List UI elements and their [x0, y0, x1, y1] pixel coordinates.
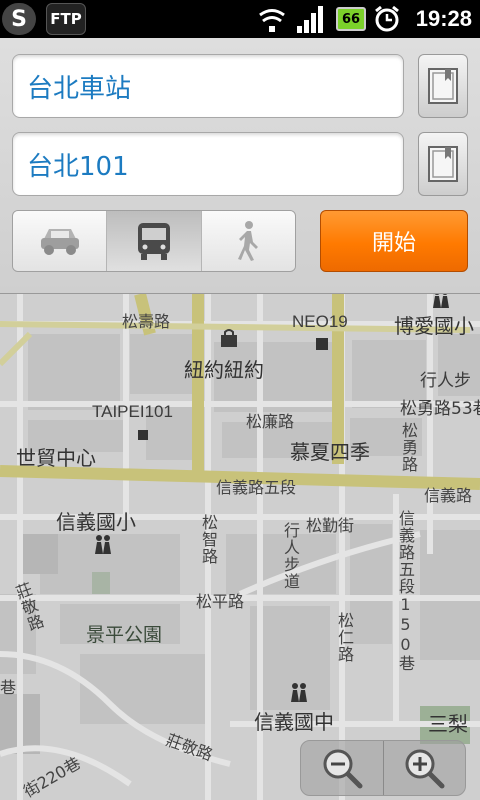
map-label: 信義國中	[254, 710, 334, 734]
map-label: 行人步	[420, 371, 471, 391]
app-notification-ftp: FTP	[46, 3, 86, 35]
school-icon	[433, 294, 449, 308]
map-label: 信義路五段150巷	[396, 510, 415, 672]
zoom-controls	[300, 740, 466, 796]
app-notification-s: S	[2, 3, 36, 35]
car-icon	[40, 229, 79, 255]
zoom-in-icon	[405, 749, 445, 789]
mode-transit-button[interactable]	[107, 211, 202, 271]
map-label: 松廉路	[246, 412, 295, 431]
map-view[interactable]: 松壽路 NEO19 博愛國小 紐約紐約 行人步 松勇路53巷 TAIPEI101…	[0, 294, 480, 800]
map-label: 博愛國小	[394, 314, 474, 338]
start-bookmark-button[interactable]	[418, 54, 468, 118]
walk-icon	[238, 221, 259, 261]
status-bar: S FTP 66 19:28	[0, 0, 480, 38]
map-label: 巷	[0, 678, 17, 697]
shopping-icon	[221, 329, 237, 347]
directions-panel: 台北車站 台北101 開始	[0, 38, 480, 294]
map-label: 三梨	[428, 712, 468, 736]
start-location-input[interactable]: 台北車站	[12, 54, 404, 118]
travel-mode-selector	[12, 210, 296, 272]
map-label: 信義路五段	[216, 478, 297, 497]
battery-icon: 66	[336, 7, 366, 31]
wifi-icon	[259, 9, 285, 32]
mode-car-button[interactable]	[13, 211, 108, 271]
zoom-in-button[interactable]	[384, 741, 466, 795]
bookmark-icon	[428, 146, 458, 182]
map-label: 松智路	[199, 514, 218, 565]
school-icon	[95, 535, 111, 554]
signal-icon	[297, 6, 323, 33]
map-label: 松勤街	[306, 516, 355, 535]
alarm-icon	[375, 5, 399, 32]
map-label: NEO19	[292, 312, 348, 331]
map-label: 信義國小	[56, 510, 136, 534]
map-label: 紐約紐約	[184, 358, 264, 382]
map-label: 慕夏四季	[290, 440, 370, 464]
destination-input[interactable]: 台北101	[12, 132, 404, 196]
map-label: 景平公園	[86, 624, 163, 646]
map-label: 松勇路	[399, 422, 418, 473]
map-label: 世貿中心	[16, 446, 96, 470]
bookmark-icon	[428, 68, 458, 104]
bus-icon	[137, 223, 170, 260]
map-label: 信義路	[424, 486, 473, 505]
zoom-out-icon	[323, 749, 363, 789]
school-icon	[291, 683, 307, 702]
poi-marker	[138, 430, 148, 440]
map-label: 行人步道	[281, 522, 300, 590]
map-label: TAIPEI101	[92, 402, 173, 421]
destination-bookmark-button[interactable]	[418, 132, 468, 196]
map-label: 松壽路	[122, 312, 171, 331]
map-label: 松平路	[196, 592, 245, 611]
clock: 19:28	[415, 6, 472, 31]
mode-walk-button[interactable]	[201, 211, 295, 271]
map-label: 松勇路53巷	[400, 399, 480, 419]
map-label: 松仁路	[335, 612, 354, 663]
start-navigation-button[interactable]: 開始	[320, 210, 468, 272]
zoom-out-button[interactable]	[301, 741, 384, 795]
poi-marker	[316, 338, 328, 350]
